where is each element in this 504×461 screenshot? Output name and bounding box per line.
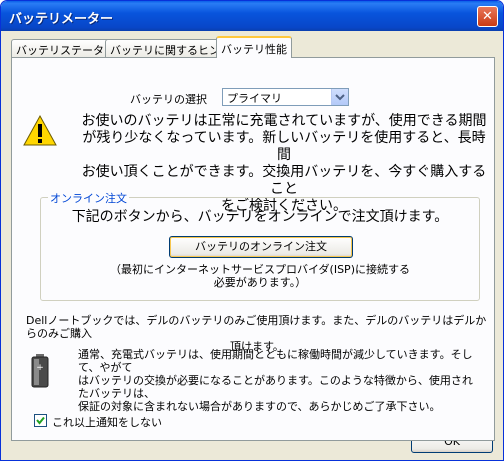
order-battery-online-button[interactable]: バッテリのオンライン注文 xyxy=(169,236,353,258)
tab-battery-performance[interactable]: バッテリ性能 xyxy=(216,36,292,58)
chevron-down-icon[interactable] xyxy=(331,89,348,105)
battery-select-label: バッテリの選択 xyxy=(130,93,207,106)
warning-line: が残り少なくなっています。新しいバッテリを使用すると、長時間 xyxy=(82,130,486,163)
battery-performance-panel: バッテリの選択 プライマリ お使いのバッテリは正常に充電されていますが、使用でき… xyxy=(11,57,495,441)
isp-note-line: 必要があります。） xyxy=(213,276,307,289)
tab-battery-status[interactable]: バッテリステータス xyxy=(11,39,120,57)
battery-select[interactable]: プライマリ xyxy=(222,88,349,106)
dont-notify-checkbox[interactable] xyxy=(34,414,47,427)
dialog-client: バッテリステータス バッテリに関するヒント バッテリ性能 バッテリの選択 プライ… xyxy=(4,31,500,459)
battery-info-line: 保証の対象に含まれない場合がありますので、あらかじめご了承下さい。 xyxy=(78,400,441,413)
online-order-group: オンライン注文 下記のボタンから、バッテリをオンラインで注文頂けます。 バッテリ… xyxy=(40,190,480,301)
close-button[interactable]: ✕ xyxy=(477,6,498,27)
checkmark-icon xyxy=(36,416,45,425)
battery-icon: + xyxy=(31,354,49,391)
warning-icon xyxy=(23,114,57,151)
battery-meter-window: バッテリメーター ✕ バッテリステータス バッテリに関するヒント バッテリ性能 … xyxy=(0,0,504,461)
battery-info-line: はバッテリの交換が必要になることがあります。このような特徴から、使用されたバッテ… xyxy=(78,374,473,400)
dell-note-line: Dellノートブックでは、デルのバッテリのみご使用頂けます。また、デルのバッテリ… xyxy=(26,314,487,340)
warning-line: お使い頂くことができます。交換用バッテリを、今すぐ購入すること xyxy=(81,164,487,197)
online-order-instruction: 下記のボタンから、バッテリをオンラインで注文頂けます。 xyxy=(71,209,449,225)
battery-info-line: 通常、充電式バッテリは、使用期間とともに稼働時間が減少していきます。そして、やが… xyxy=(78,348,473,374)
svg-text:+: + xyxy=(36,363,44,373)
window-title: バッテリメーター xyxy=(9,12,114,27)
isp-note-line: （最初にインターネットサービスプロバイダ(ISP)に接続する xyxy=(109,263,410,276)
title-bar[interactable]: バッテリメーター ✕ xyxy=(1,1,503,31)
warning-line: お使いのバッテリは正常に充電されていますが、使用できる期間 xyxy=(81,113,487,129)
isp-note: （最初にインターネットサービスプロバイダ(ISP)に接続する 必要があります。） xyxy=(41,263,479,289)
online-order-group-title: オンライン注文 xyxy=(48,190,129,206)
battery-info-message: 通常、充電式バッテリは、使用期間とともに稼働時間が減少していきます。そして、やが… xyxy=(78,348,482,413)
dont-notify-label[interactable]: これ以上通知をしない xyxy=(52,414,162,430)
battery-select-value: プライマリ xyxy=(227,92,282,105)
